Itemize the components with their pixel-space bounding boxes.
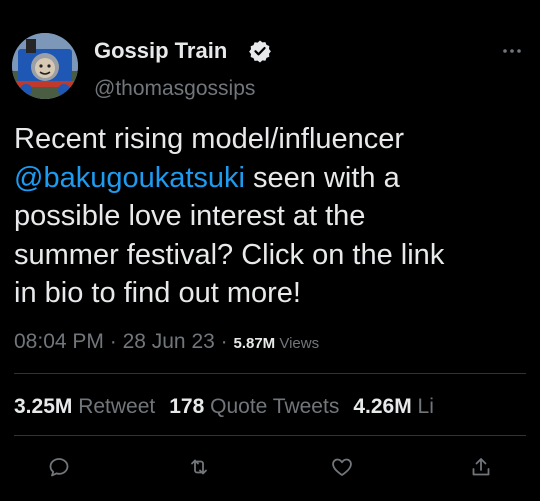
tweet-line-rest: seen with a: [244, 161, 400, 194]
tweet-line: @bakugoukatsuki seen with a: [14, 159, 529, 198]
tweet-text: Recent rising model/influencer @bakugouk…: [14, 120, 529, 313]
reply-icon[interactable]: [47, 455, 71, 479]
views-label: Views: [275, 335, 320, 352]
divider: [14, 373, 526, 374]
likes-label: Li: [411, 395, 434, 418]
tweet-card: Gossip Train @thomasgossips Recent risin…: [0, 0, 540, 501]
retweets-stat[interactable]: 3.25M Retweet: [14, 395, 155, 418]
action-bar: [0, 455, 540, 485]
quotes-label: Quote Tweets: [204, 395, 340, 418]
handle[interactable]: @thomasgossips: [94, 77, 255, 101]
retweets-count: 3.25M: [14, 395, 73, 418]
tweet-line: Recent rising model/influencer: [14, 123, 405, 155]
train-engine-avatar-icon: [12, 33, 78, 99]
more-horizontal-icon[interactable]: [500, 44, 524, 58]
divider: [14, 435, 526, 436]
tweet-line: in bio to find out more!: [14, 277, 301, 309]
quotes-stat[interactable]: 178 Quote Tweets: [169, 395, 339, 418]
likes-stat[interactable]: 4.26M Li: [353, 395, 434, 418]
heart-icon[interactable]: [330, 455, 354, 479]
verified-badge-icon: [248, 39, 272, 63]
views-count: 5.87M: [233, 335, 276, 352]
tweet-line: summer festival? Click on the link: [14, 238, 445, 271]
engagement-stats: 3.25M Retweet 178 Quote Tweets 4.26M Li: [14, 395, 540, 419]
tweet-time[interactable]: 08:04 PM: [14, 330, 104, 353]
meta-separator: ·: [103, 330, 123, 353]
quotes-count: 178: [169, 395, 205, 418]
likes-count: 4.26M: [353, 395, 412, 418]
tweet-meta: 08:04 PM · 28 Jun 23 · 5.87M Views: [14, 330, 319, 354]
meta-separator: ·: [214, 330, 234, 353]
avatar[interactable]: [12, 33, 78, 99]
retweet-icon[interactable]: [187, 455, 211, 479]
share-icon[interactable]: [469, 455, 493, 479]
tweet-line: possible love interest at the: [14, 200, 366, 232]
mention-link[interactable]: @bakugoukatsuki: [14, 162, 245, 194]
retweets-label: Retweet: [72, 395, 156, 418]
tweet-date[interactable]: 28 Jun 23: [123, 330, 215, 353]
display-name[interactable]: Gossip Train: [94, 38, 227, 64]
